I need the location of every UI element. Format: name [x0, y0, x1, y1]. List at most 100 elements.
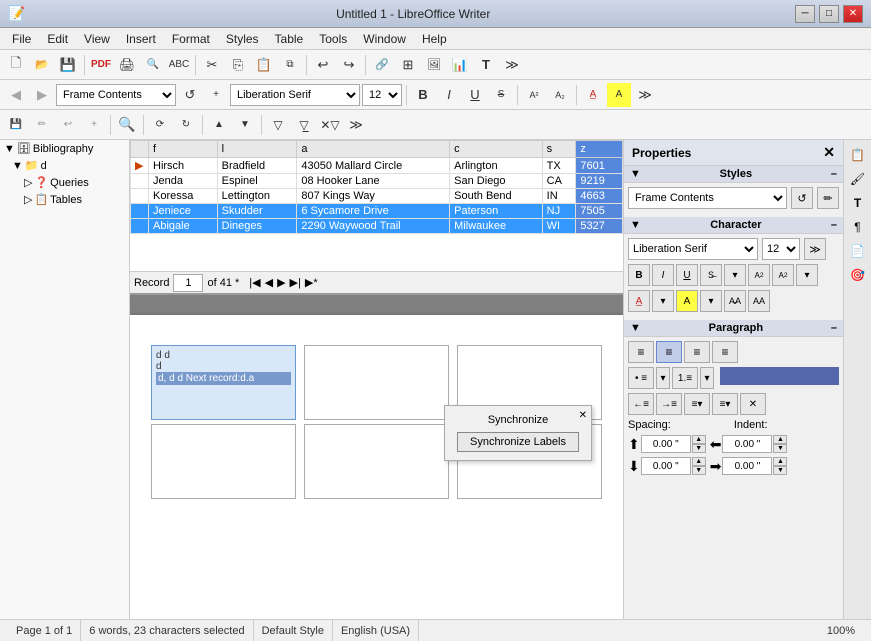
redo-btn[interactable]: ↪ — [337, 53, 361, 77]
col-z-header[interactable]: z — [576, 141, 623, 158]
label-box-5[interactable] — [304, 424, 449, 499]
char-underline-btn[interactable]: U — [676, 264, 698, 286]
cell-f[interactable]: Koressa — [149, 189, 218, 204]
nav-first-btn[interactable]: |◀ — [249, 276, 260, 289]
col-f-header[interactable]: f — [149, 141, 218, 158]
list-dropdown1[interactable]: ▾ — [656, 367, 670, 389]
filter-btn[interactable]: ▽ — [266, 113, 290, 137]
cell-c[interactable]: San Diego — [450, 174, 542, 189]
tree-bibliography[interactable]: ▼ 🗄 Bibliography — [0, 140, 129, 157]
list-ordered-btn[interactable]: 1.≡ — [672, 367, 698, 389]
cell-z[interactable]: 7505 — [576, 204, 623, 219]
clone-btn[interactable]: ⧉ — [278, 53, 302, 77]
properties-icon[interactable]: 📋 — [847, 144, 869, 166]
char-font-select[interactable]: Liberation Serif — [628, 238, 758, 260]
menu-file[interactable]: File — [4, 30, 39, 48]
maximize-button[interactable]: □ — [819, 5, 839, 23]
undo-btn[interactable]: ↩ — [311, 53, 335, 77]
zoom-status[interactable]: 100% — [819, 620, 863, 641]
chart-btn[interactable]: 📊 — [448, 53, 472, 77]
table-row[interactable]: Koressa Lettington 807 Kings Way South B… — [131, 189, 623, 204]
datasource-grid[interactable]: f l a c s z ▶ Hirsch Bradfield — [130, 140, 623, 271]
spacing-below-input[interactable] — [641, 457, 691, 475]
nav-prev-btn[interactable]: ◀ — [265, 276, 273, 289]
highlight-btn[interactable]: A — [607, 83, 631, 107]
table-btn[interactable]: ⊞ — [396, 53, 420, 77]
list-dropdown2[interactable]: ▾ — [700, 367, 714, 389]
cell-z[interactable]: 9219 — [576, 174, 623, 189]
indent-left-down[interactable]: ▼ — [773, 444, 787, 453]
style-new[interactable]: + — [204, 83, 228, 107]
page-icon[interactable]: 📄 — [847, 240, 869, 262]
menu-tools[interactable]: Tools — [311, 30, 355, 48]
menu-styles[interactable]: Styles — [218, 30, 267, 48]
italic-btn[interactable]: I — [437, 83, 461, 107]
filter-active[interactable]: ▽̲ — [292, 113, 316, 137]
para-dropdown4[interactable]: ≡▾ — [712, 393, 738, 415]
close-button[interactable]: ✕ — [843, 5, 863, 23]
nav-first[interactable]: ▲ — [207, 113, 231, 137]
char-superscript-btn[interactable]: A2 — [748, 264, 770, 286]
label-box-active[interactable]: d d d d, d d Next record:d.a — [151, 345, 296, 420]
cell-l[interactable]: Bradfield — [217, 158, 297, 174]
list-unordered-btn[interactable]: • ≡ — [628, 367, 654, 389]
char-size-expand[interactable]: ≫ — [804, 238, 826, 260]
more-btn[interactable]: ≫ — [500, 53, 524, 77]
fontcolor-dropdown[interactable]: ▾ — [652, 290, 674, 312]
datasource-add[interactable]: + — [82, 113, 106, 137]
cell-s[interactable]: TX — [542, 158, 576, 174]
subscript-btn[interactable]: A₂ — [548, 83, 572, 107]
cell-s[interactable]: IN — [542, 189, 576, 204]
tree-queries[interactable]: ▷ ❓ Queries — [0, 174, 129, 191]
more2-btn[interactable]: ≫ — [633, 83, 657, 107]
col-s-header[interactable]: s — [542, 141, 576, 158]
indent-right-up[interactable]: ▲ — [773, 457, 787, 466]
nav-next-btn[interactable]: ▶ — [277, 276, 285, 289]
menu-edit[interactable]: Edit — [39, 30, 76, 48]
cell-z[interactable]: 7601 — [576, 158, 623, 174]
cell-f[interactable]: Abigale — [149, 219, 218, 234]
nav-last[interactable]: ▼ — [233, 113, 257, 137]
search-btn[interactable]: 🔍 — [115, 113, 139, 137]
cell-l[interactable]: Skudder — [217, 204, 297, 219]
indent-left-input[interactable] — [722, 435, 772, 453]
cell-f[interactable]: Hirsch — [149, 158, 218, 174]
fontcolor-btn2[interactable]: A̲ — [628, 290, 650, 312]
cell-l[interactable]: Dineges — [217, 219, 297, 234]
cell-a[interactable]: 807 Kings Way — [297, 189, 450, 204]
hyperlink-btn[interactable]: 🔗 — [370, 53, 394, 77]
spacing-above-down[interactable]: ▼ — [692, 444, 706, 453]
sync-labels-button[interactable]: Synchronize Labels — [457, 432, 579, 452]
menu-format[interactable]: Format — [164, 30, 218, 48]
back-btn[interactable]: ◀ — [4, 83, 28, 107]
align-center-btn[interactable]: ≡ — [656, 341, 682, 363]
table-row[interactable]: Jenda Espinel 08 Hooker Lane San Diego C… — [131, 174, 623, 189]
para-dropdown3[interactable]: ≡▾ — [684, 393, 710, 415]
cell-a[interactable]: 2290 Waywood Trail — [297, 219, 450, 234]
style-refresh[interactable]: ↺ — [178, 83, 202, 107]
spacing-above-input[interactable] — [641, 435, 691, 453]
label-box-2[interactable] — [304, 345, 449, 420]
new-btn[interactable]: 🗋 — [4, 53, 28, 77]
cell-a[interactable]: 6 Sycamore Drive — [297, 204, 450, 219]
spacing-below-down[interactable]: ▼ — [692, 466, 706, 475]
char-italic-btn[interactable]: I — [652, 264, 674, 286]
image-btn[interactable]: 🖼 — [422, 53, 446, 77]
style-refresh-btn[interactable]: ↺ — [791, 187, 813, 209]
indent-increase-btn[interactable]: →≡ — [656, 393, 682, 415]
style-select[interactable]: Frame Contents — [56, 84, 176, 106]
indent-right-input[interactable] — [722, 457, 772, 475]
table-row[interactable]: Abigale Dineges 2290 Waywood Trail Milwa… — [131, 219, 623, 234]
char-bold-btn[interactable]: B — [628, 264, 650, 286]
char-icon[interactable]: T — [847, 192, 869, 214]
char-dropdown1[interactable]: ▾ — [724, 264, 746, 286]
record-input[interactable] — [173, 274, 203, 292]
cell-s[interactable]: WI — [542, 219, 576, 234]
copy-btn[interactable]: ⎘ — [226, 53, 250, 77]
text-btn[interactable]: T — [474, 53, 498, 77]
para-icon[interactable]: ¶ — [847, 216, 869, 238]
indent-right-down[interactable]: ▼ — [773, 466, 787, 475]
cut-btn[interactable]: ✂ — [200, 53, 224, 77]
paragraph-section-header[interactable]: ▼ Paragraph – — [624, 320, 843, 337]
cell-c[interactable]: South Bend — [450, 189, 542, 204]
